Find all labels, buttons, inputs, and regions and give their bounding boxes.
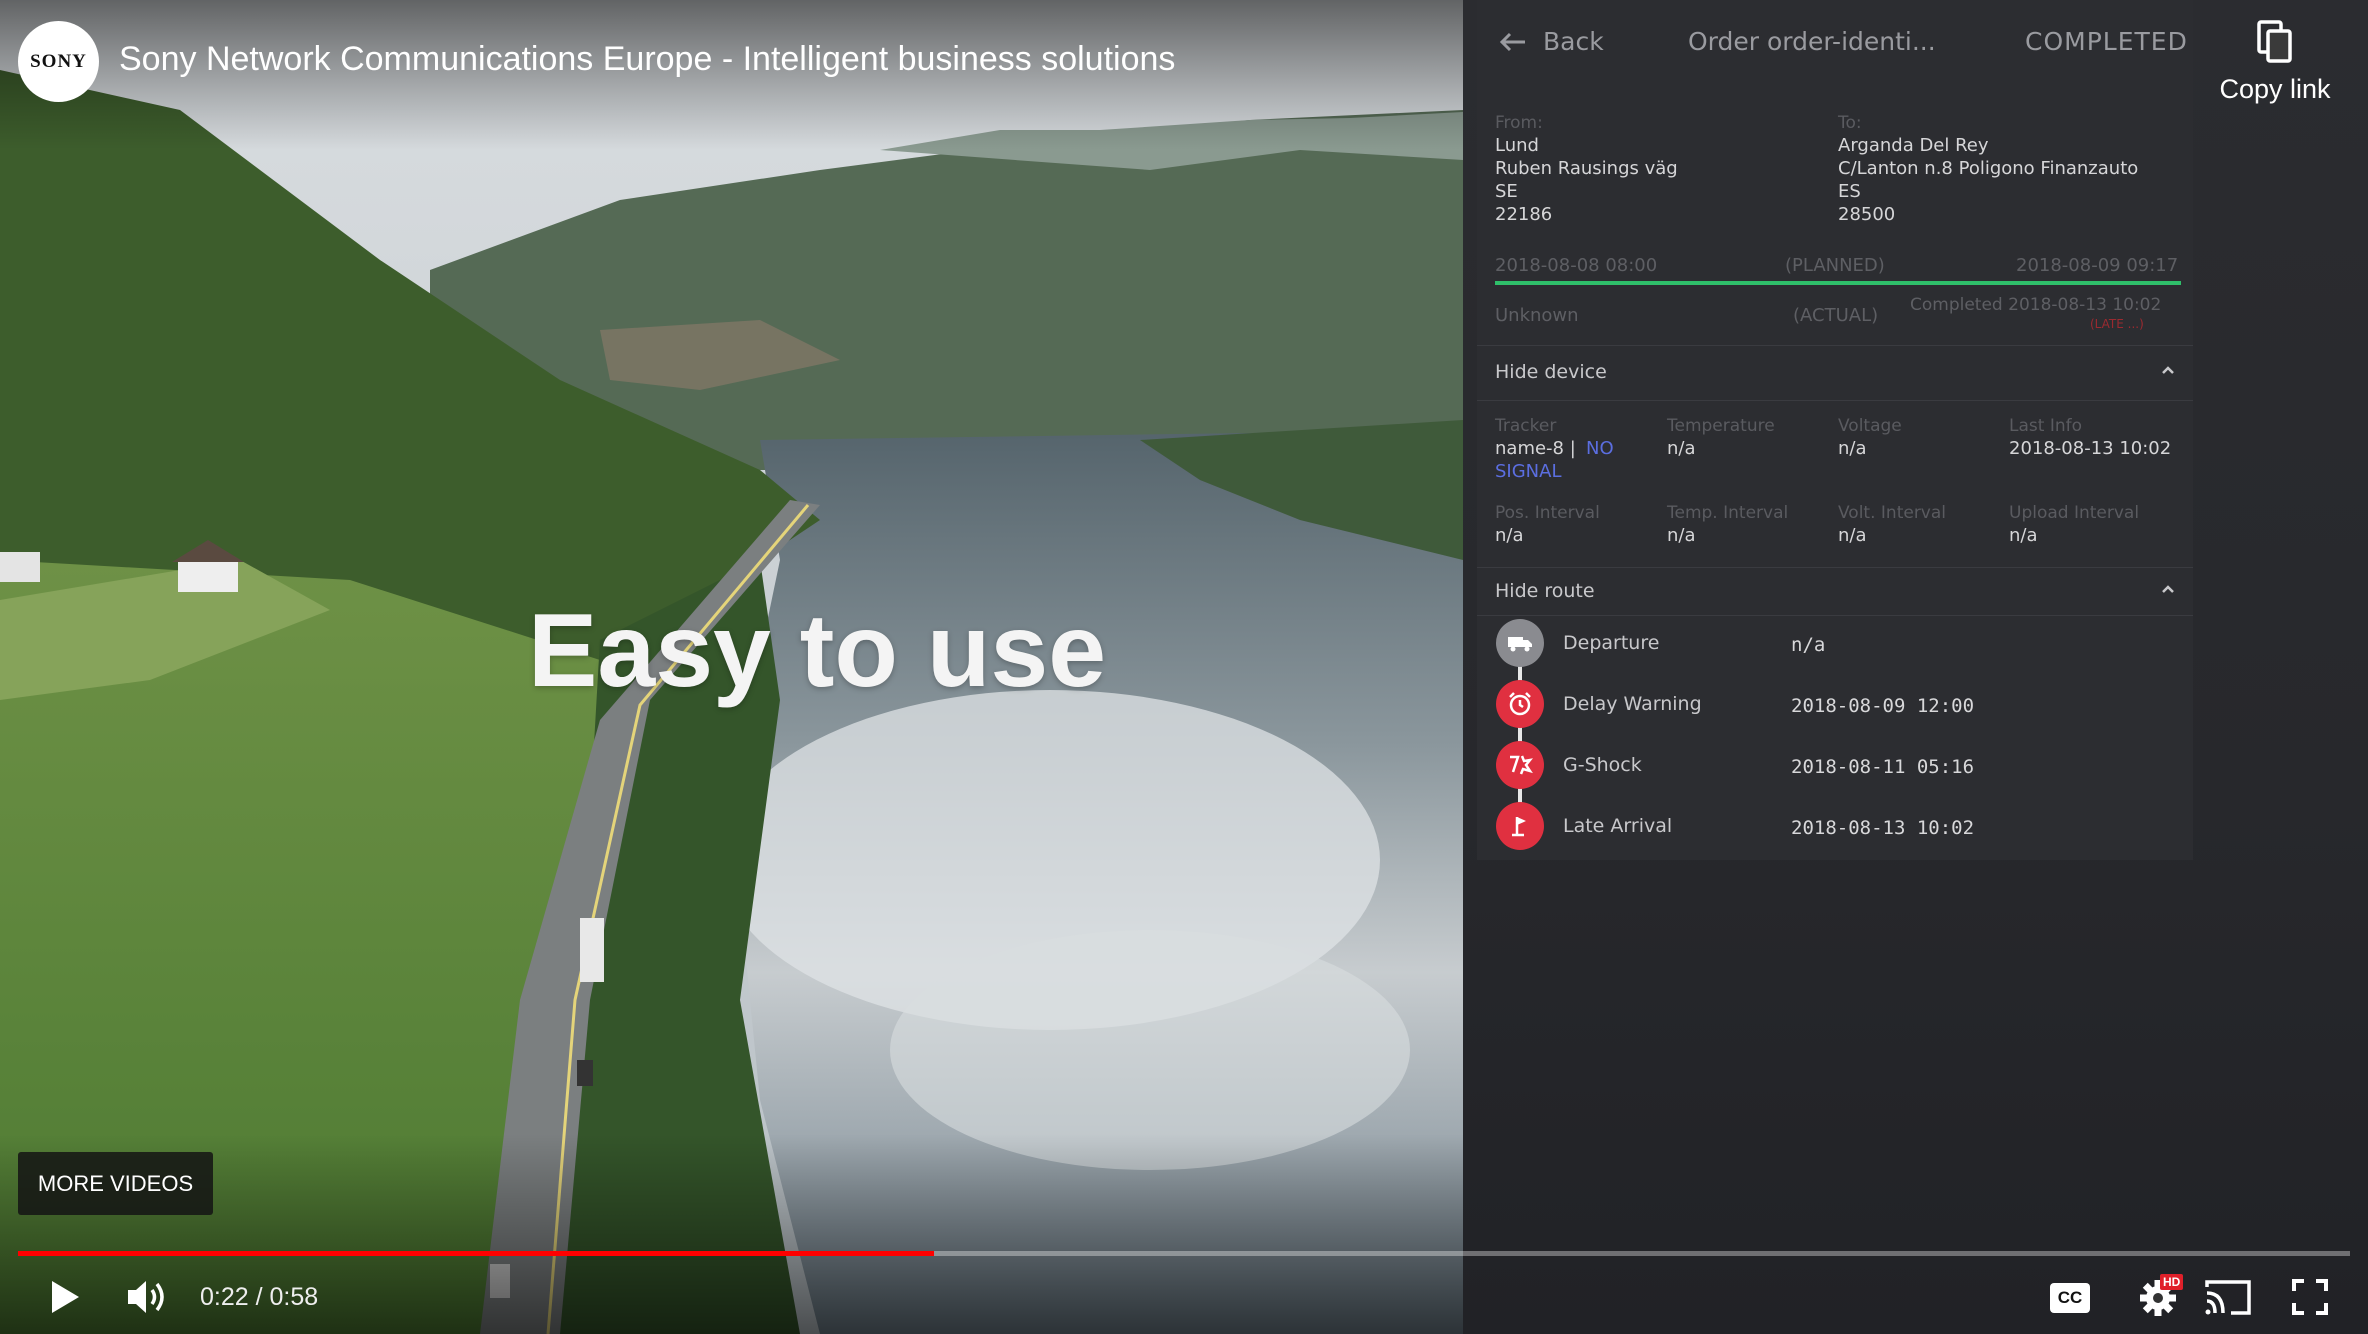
route-time: 2018-08-13 10:02	[1791, 817, 1975, 839]
actual-label: (ACTUAL)	[1793, 305, 1879, 326]
divider	[1477, 345, 2193, 346]
chevron-up-icon[interactable]	[2160, 583, 2176, 595]
pos-interval-label: Pos. Interval	[1495, 503, 1600, 523]
tracker-value: name-8 |	[1495, 438, 1576, 459]
temperature-label: Temperature	[1667, 416, 1775, 436]
flag-icon	[1496, 802, 1544, 850]
divider	[1477, 615, 2193, 616]
channel-logo[interactable]: SONY	[18, 21, 99, 102]
tracker-signal[interactable]: NO	[1586, 438, 1614, 459]
to-line: Arganda Del Rey	[1838, 135, 1989, 156]
from-line: Lund	[1495, 135, 1539, 156]
order-title: Order order-identi...	[1688, 27, 1936, 56]
settings-button[interactable]: HD	[2130, 1270, 2186, 1326]
chevron-up-icon[interactable]	[2160, 364, 2176, 376]
hide-route-toggle[interactable]: Hide route	[1495, 580, 1595, 602]
volume-icon	[128, 1281, 164, 1313]
cast-icon	[2205, 1280, 2251, 1315]
last-info-label: Last Info	[2009, 416, 2082, 436]
from-line: Ruben Rausings väg	[1495, 158, 1678, 179]
from-line: SE	[1495, 181, 1518, 202]
route-time: n/a	[1791, 634, 1826, 656]
fullscreen-icon	[2292, 1279, 2328, 1315]
pos-interval-value: n/a	[1495, 525, 1524, 546]
to-line: C/Lanton n.8 Poligono Finanzauto	[1838, 158, 2139, 179]
video-player[interactable]: Back Order order-identi... COMPLETED Fro…	[0, 0, 2368, 1334]
voltage-value: n/a	[1838, 438, 1867, 459]
video-title[interactable]: Sony Network Communications Europe - Int…	[119, 40, 1175, 79]
truck-icon	[1496, 619, 1544, 667]
upload-interval-label: Upload Interval	[2009, 503, 2140, 523]
tracker-label: Tracker	[1495, 416, 1557, 436]
to-label: To:	[1838, 113, 1862, 133]
time-current: 0:22	[200, 1283, 249, 1311]
last-info-value: 2018-08-13 10:02	[2009, 438, 2172, 459]
to-line: ES	[1838, 181, 1861, 202]
temp-interval-value: n/a	[1667, 525, 1696, 546]
route-time: 2018-08-11 05:16	[1791, 756, 1975, 778]
more-videos-button[interactable]: MORE VIDEOS	[18, 1152, 213, 1215]
route-time: 2018-08-09 12:00	[1791, 695, 1975, 717]
volt-interval-label: Volt. Interval	[1838, 503, 1947, 523]
route-event: Departure	[1563, 632, 1660, 654]
from-line: 22186	[1495, 204, 1553, 225]
planned-end: 2018-08-09 09:17	[2016, 255, 2179, 276]
mute-button[interactable]	[120, 1272, 176, 1322]
back-button: Back	[1543, 27, 1604, 56]
to-line: 28500	[1838, 204, 1896, 225]
route-event: Late Arrival	[1563, 815, 1673, 837]
time-display: 0:22 / 0:58	[200, 1283, 318, 1312]
temp-interval-label: Temp. Interval	[1667, 503, 1789, 523]
actual-delay: (LATE ...)	[2090, 317, 2144, 331]
planned-progress-bar	[1495, 281, 2181, 285]
actual-start: Unknown	[1495, 305, 1579, 326]
play-icon	[52, 1281, 79, 1313]
planned-start: 2018-08-08 08:00	[1495, 255, 1658, 276]
cc-icon: CC	[2050, 1283, 2090, 1313]
hd-badge: HD	[2160, 1274, 2184, 1290]
hide-device-toggle[interactable]: Hide device	[1495, 361, 1607, 383]
planned-label: (PLANNED)	[1785, 255, 1885, 276]
upload-interval-value: n/a	[2009, 525, 2038, 546]
order-card	[1477, 0, 2193, 860]
tracker-signal[interactable]: SIGNAL	[1495, 461, 1562, 482]
actual-end: Completed 2018-08-13 10:02	[1910, 295, 2162, 315]
copy-link-label: Copy link	[2219, 74, 2331, 104]
volt-interval-value: n/a	[1838, 525, 1867, 546]
time-total: 0:58	[269, 1283, 319, 1311]
temperature-value: n/a	[1667, 438, 1696, 459]
divider	[1477, 400, 2193, 401]
play-button[interactable]	[40, 1272, 90, 1322]
cc-icon-label: CC	[2057, 1288, 2083, 1307]
route-event: G-Shock	[1563, 754, 1642, 776]
time-separator: /	[255, 1283, 263, 1311]
voltage-label: Voltage	[1838, 416, 1902, 436]
progress-played	[18, 1251, 935, 1256]
progress-bar[interactable]	[18, 1251, 2350, 1256]
fullscreen-button[interactable]	[2285, 1272, 2335, 1322]
from-label: From:	[1495, 113, 1543, 133]
back-arrow-icon	[1499, 32, 1525, 52]
order-status: COMPLETED	[2025, 27, 2188, 56]
captions-button[interactable]: CC	[2045, 1276, 2095, 1320]
alarm-clock-icon	[1496, 680, 1544, 728]
video-caption: Easy to use	[528, 593, 1107, 709]
cast-button[interactable]	[2200, 1272, 2256, 1322]
divider	[1477, 567, 2193, 568]
route-event: Delay Warning	[1563, 693, 1702, 715]
copy-icon	[2257, 20, 2292, 63]
shock-icon	[1496, 741, 1544, 789]
copy-link-button[interactable]: Copy link	[2210, 20, 2340, 105]
